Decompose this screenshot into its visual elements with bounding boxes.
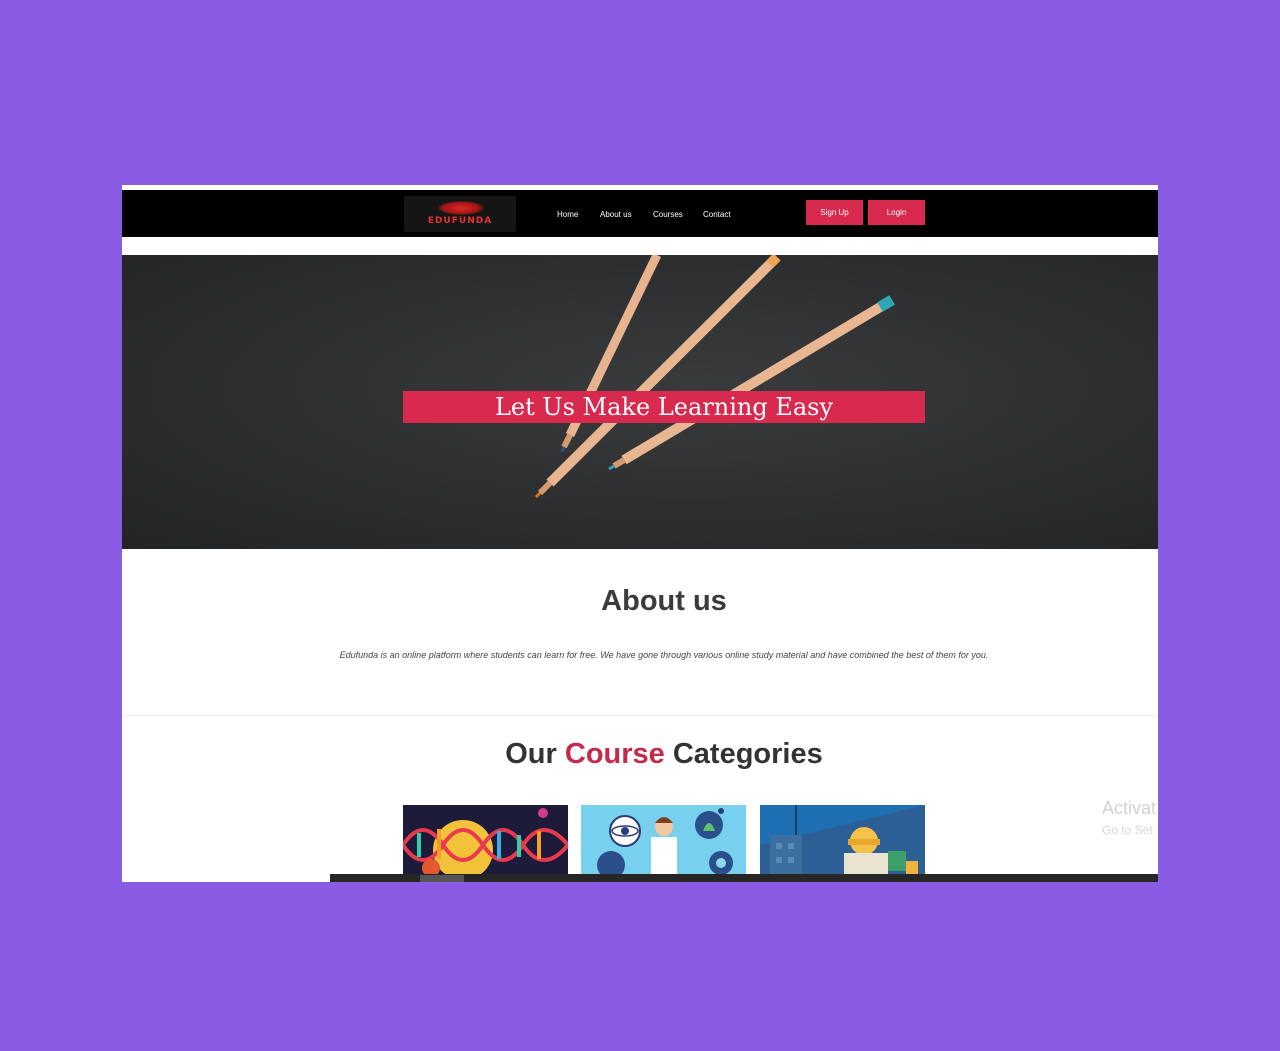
pencil-middle xyxy=(534,255,781,499)
nav-link-contact[interactable]: Contact xyxy=(703,210,731,219)
title-part-our: Our xyxy=(505,738,557,770)
course-card-biology[interactable] xyxy=(403,805,568,877)
scrollbar-thumb[interactable] xyxy=(420,875,464,882)
signup-button[interactable]: Sign Up xyxy=(806,200,863,225)
nav-link-courses[interactable]: Courses xyxy=(653,210,683,219)
activate-windows-watermark: Activat xyxy=(1102,798,1157,818)
title-part-course: Course xyxy=(564,738,665,770)
course-card-science[interactable] xyxy=(581,805,746,877)
login-button[interactable]: Login xyxy=(868,200,925,225)
navbar: EDUFUNDA Home About us Courses Contact S… xyxy=(122,190,1158,237)
course-card-engineering[interactable] xyxy=(760,805,925,877)
activate-windows-subtext: Go to Set xyxy=(1102,823,1153,837)
hero-section: Let Us Make Learning Easy xyxy=(122,255,1158,549)
browser-viewport: EDUFUNDA Home About us Courses Contact S… xyxy=(122,185,1158,882)
about-title: About us xyxy=(601,585,727,617)
dna-biology-icon xyxy=(403,808,568,877)
site-logo[interactable]: EDUFUNDA xyxy=(404,196,516,232)
section-divider xyxy=(122,715,1158,716)
title-part-categories: Categories xyxy=(672,738,823,770)
hero-headline: Let Us Make Learning Easy xyxy=(403,391,925,423)
nav-link-about[interactable]: About us xyxy=(600,210,632,219)
course-categories-title: Our Course Categories xyxy=(122,738,1158,771)
logo-mark-icon xyxy=(438,201,484,215)
nav-link-home[interactable]: Home xyxy=(557,210,578,219)
about-description: Edufunda is an online platform where stu… xyxy=(339,650,989,660)
logo-text: EDUFUNDA xyxy=(427,216,493,226)
engineering-icon xyxy=(760,805,925,877)
scientist-icon xyxy=(597,808,733,877)
